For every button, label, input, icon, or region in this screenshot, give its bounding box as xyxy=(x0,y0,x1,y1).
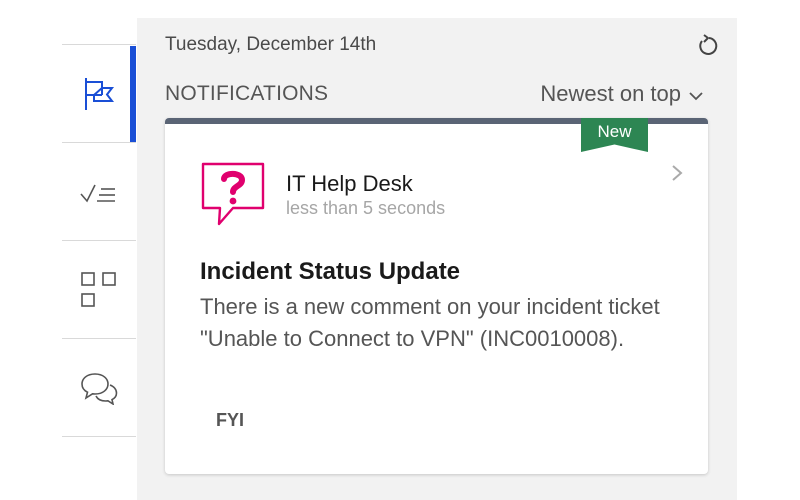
notification-panel: Tuesday, December 14th NOTIFICATIONS New… xyxy=(137,18,737,500)
new-badge: New xyxy=(581,118,648,152)
notification-body: There is a new comment on your incident … xyxy=(200,294,660,351)
notification-card[interactable]: New IT Help Desk less than 5 seconds Inc… xyxy=(165,118,708,474)
side-nav xyxy=(62,44,136,437)
flag-icon xyxy=(82,76,116,112)
nav-item-apps[interactable] xyxy=(62,240,136,338)
notification-time: less than 5 seconds xyxy=(286,198,446,218)
chat-bubbles-icon xyxy=(79,371,119,405)
sort-label: Newest on top xyxy=(540,81,681,106)
nav-item-tasks[interactable] xyxy=(62,142,136,240)
section-title: NOTIFICATIONS xyxy=(165,82,329,105)
nav-item-chat[interactable] xyxy=(62,338,136,437)
chevron-right-icon[interactable] xyxy=(671,164,683,187)
notification-tag: FYI xyxy=(216,410,245,430)
apps-grid-icon xyxy=(80,271,118,309)
refresh-icon[interactable] xyxy=(695,33,719,64)
notification-title: Incident Status Update xyxy=(200,258,461,285)
checklist-icon xyxy=(79,177,119,207)
sort-dropdown[interactable]: Newest on top xyxy=(540,81,703,107)
current-date: Tuesday, December 14th xyxy=(165,34,377,55)
chevron-down-icon xyxy=(689,81,703,107)
nav-item-notifications[interactable] xyxy=(62,44,136,143)
notification-source: IT Help Desk xyxy=(286,171,413,196)
help-question-icon xyxy=(199,160,267,233)
